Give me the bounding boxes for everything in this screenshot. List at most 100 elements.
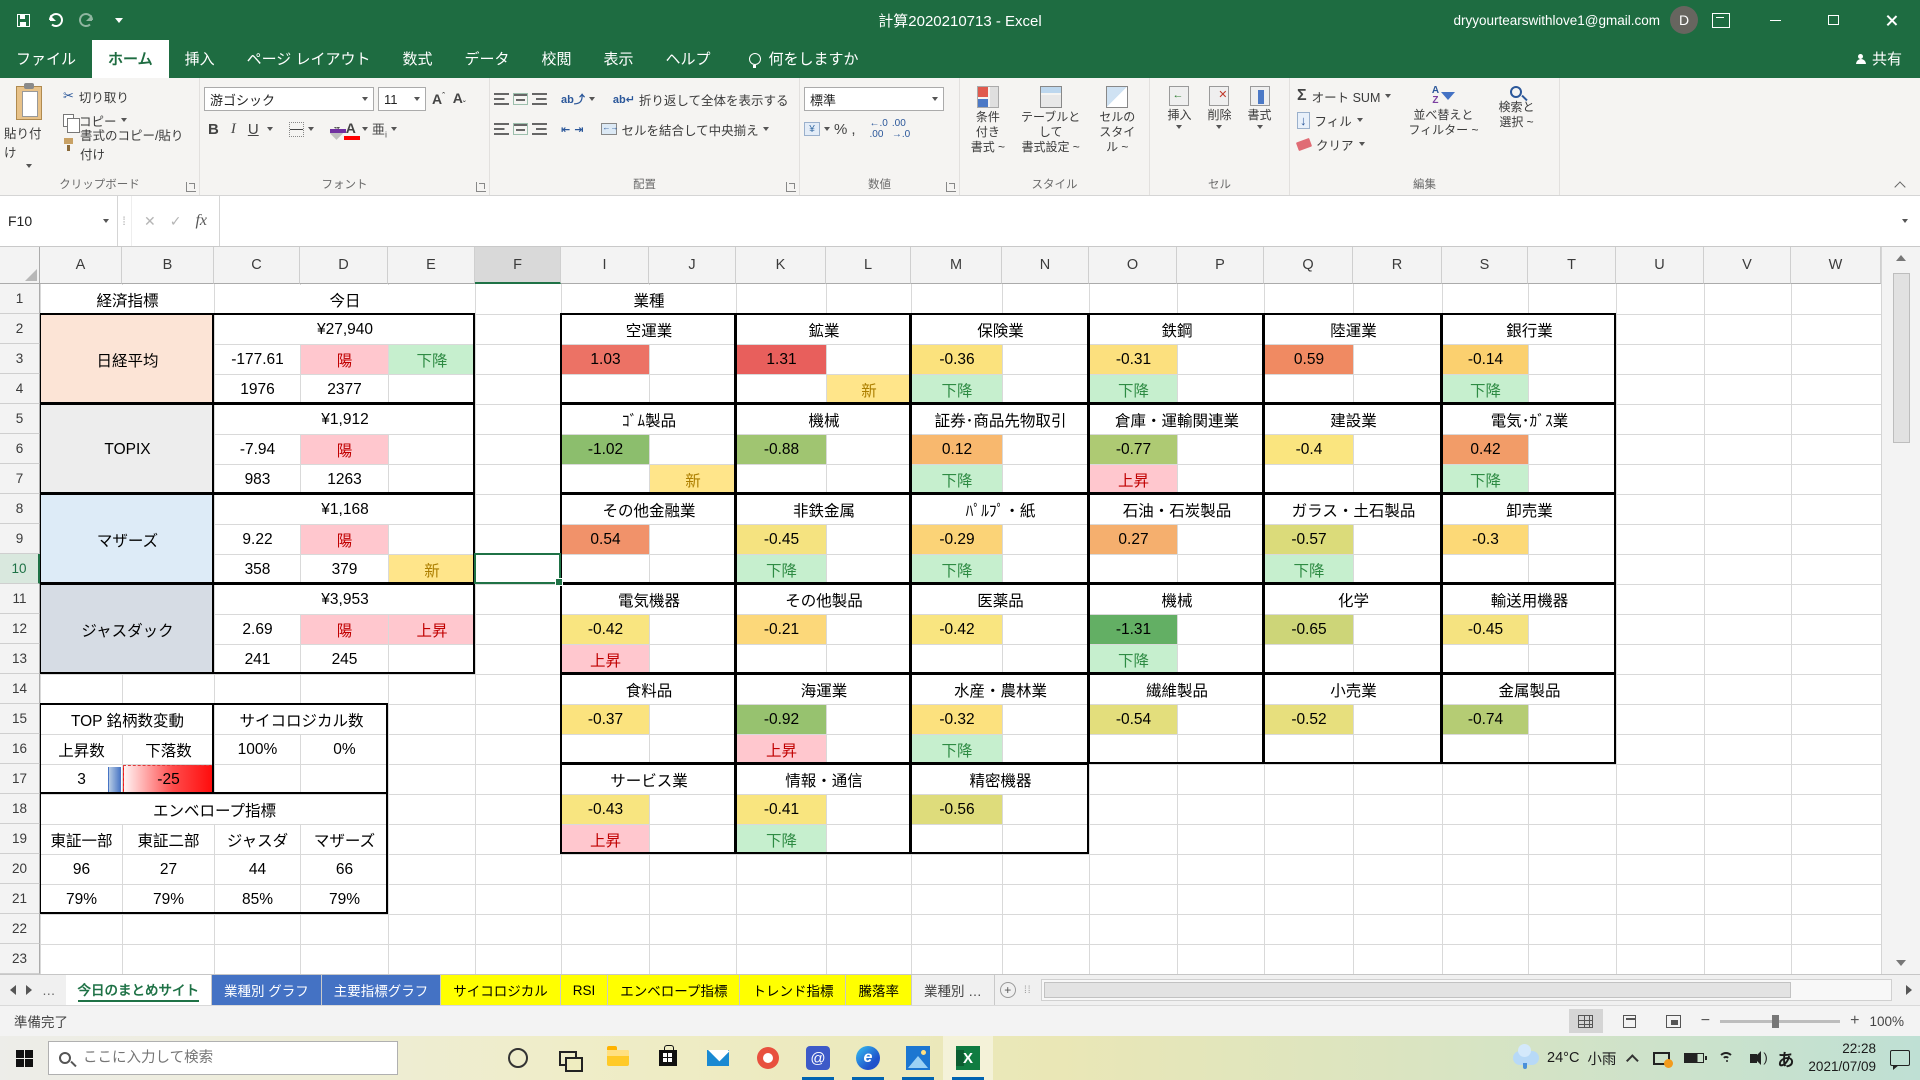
row-header-1[interactable]: 1 (0, 284, 40, 314)
cell-A11[interactable]: ジャスダック (41, 585, 214, 674)
cell-I18[interactable]: -0.43 (562, 795, 649, 824)
cell-D20[interactable]: 66 (301, 855, 388, 884)
row-header-5[interactable]: 5 (0, 404, 40, 434)
cell-D9[interactable]: 陽 (301, 525, 388, 554)
insert-cells-button[interactable]: 挿入 (1161, 84, 1197, 175)
col-header-O[interactable]: O (1089, 247, 1177, 284)
col-header-L[interactable]: L (826, 247, 911, 284)
col-header-D[interactable]: D (300, 247, 388, 284)
cell-D6[interactable]: 陽 (301, 435, 388, 464)
cell-C2[interactable]: ¥27,940 (215, 315, 475, 344)
zoom-slider-thumb[interactable] (1772, 1015, 1779, 1028)
cell-A17[interactable]: 3 (41, 765, 122, 794)
col-header-F[interactable]: F (475, 247, 561, 284)
sheet-tab-業種別 グラフ[interactable]: 業種別 グラフ (212, 975, 322, 1005)
tab-ellipsis[interactable]: … (42, 983, 56, 998)
cell-E10[interactable]: 新 (389, 555, 475, 584)
row-header-15[interactable]: 15 (0, 704, 40, 734)
enter-icon[interactable]: ✓ (170, 213, 182, 230)
cell-styles-button[interactable]: セルの スタイル ~ (1090, 84, 1145, 175)
row-header-18[interactable]: 18 (0, 794, 40, 824)
cell-C15[interactable]: サイコロジカル数 (215, 705, 388, 734)
cell-I14[interactable]: 食料品 (562, 675, 736, 704)
sheet-tab-業種別 …[interactable]: 業種別 … (912, 975, 995, 1005)
cell-K9[interactable]: -0.45 (737, 525, 826, 554)
cell-C16[interactable]: 100% (215, 735, 300, 764)
cell-C5[interactable]: ¥1,912 (215, 405, 475, 434)
cell-I15[interactable]: -0.37 (562, 705, 649, 734)
col-header-V[interactable]: V (1704, 247, 1791, 284)
scroll-up-icon[interactable] (1896, 255, 1906, 261)
taskbar-icon-photos[interactable] (893, 1036, 943, 1080)
cell-Q14[interactable]: 小売業 (1265, 675, 1442, 704)
cell-O9[interactable]: 0.27 (1090, 525, 1177, 554)
merge-center-button[interactable]: セルを結合して中央揃え (621, 120, 758, 139)
cell-B16[interactable]: 下落数 (123, 735, 214, 764)
accounting-format-icon[interactable]: ¥ (804, 122, 820, 136)
cell-S12[interactable]: -0.45 (1443, 615, 1528, 644)
cell-A21[interactable]: 79% (41, 885, 122, 914)
tell-me-search[interactable]: 何をしますか (749, 48, 859, 78)
cell-A18[interactable]: エンベロープ指標 (41, 795, 388, 824)
fill-button[interactable]: ↓フィル (1294, 108, 1394, 132)
cell-Q3[interactable]: 0.59 (1265, 345, 1353, 374)
cell-O7[interactable]: 上昇 (1090, 465, 1177, 494)
col-header-N[interactable]: N (1002, 247, 1089, 284)
page-layout-view-button[interactable] (1613, 1009, 1647, 1033)
cell-K11[interactable]: その他製品 (737, 585, 911, 614)
find-select-button[interactable]: 検索と 選択 ~ (1492, 84, 1540, 175)
cell-D19[interactable]: マザーズ (301, 825, 388, 854)
cell-A16[interactable]: 上昇数 (41, 735, 122, 764)
ruby-icon[interactable]: 亜ⅰ (372, 119, 387, 140)
col-header-E[interactable]: E (388, 247, 475, 284)
cell-C6[interactable]: -7.94 (215, 435, 300, 464)
cell-M9[interactable]: -0.29 (912, 525, 1002, 554)
cell-M4[interactable]: 下降 (912, 375, 1002, 404)
menu-tab-挿入[interactable]: 挿入 (169, 40, 231, 78)
sheet-tab-RSI[interactable]: RSI (561, 975, 609, 1005)
vertical-scrollbar[interactable] (1881, 247, 1920, 974)
cell-I9[interactable]: 0.54 (562, 525, 649, 554)
font-color-icon[interactable]: A (344, 120, 358, 138)
cell-A20[interactable]: 96 (41, 855, 122, 884)
row-header-14[interactable]: 14 (0, 674, 40, 704)
cell-M15[interactable]: -0.32 (912, 705, 1002, 734)
decrease-font-icon[interactable]: Aˇ (451, 90, 468, 109)
horizontal-scrollbar[interactable] (1041, 979, 1892, 1001)
align-middle-icon[interactable] (513, 93, 528, 105)
cell-M2[interactable]: 保険業 (912, 315, 1089, 344)
cell-Q6[interactable]: -0.4 (1265, 435, 1353, 464)
row-header-12[interactable]: 12 (0, 614, 40, 644)
taskbar-icon-task-view[interactable] (543, 1036, 593, 1080)
cell-S4[interactable]: 下降 (1443, 375, 1528, 404)
cell-C21[interactable]: 85% (215, 885, 300, 914)
menu-tab-データ[interactable]: データ (448, 40, 525, 78)
cell-K8[interactable]: 非鉄金属 (737, 495, 911, 524)
cell-Q5[interactable]: 建設業 (1265, 405, 1442, 434)
increase-font-icon[interactable]: Aˆ (430, 91, 447, 107)
cell-K17[interactable]: 情報・通信 (737, 765, 911, 794)
account-email[interactable]: dryyourtearswithlove1@gmail.com (1453, 13, 1660, 28)
sheet-tab-騰落率[interactable]: 騰落率 (846, 975, 912, 1005)
number-dialog-launcher[interactable] (946, 182, 956, 192)
menu-tab-ホーム[interactable]: ホーム (92, 40, 169, 78)
wrap-text-button[interactable]: 折り返して全体を表示する (639, 90, 789, 109)
zoom-out-button[interactable]: − (1701, 1012, 1710, 1030)
horizontal-scroll-thumb[interactable] (1044, 982, 1791, 998)
cell-O2[interactable]: 鉄鋼 (1090, 315, 1264, 344)
underline-button[interactable]: U (244, 121, 263, 138)
clear-button[interactable]: クリア (1294, 132, 1394, 156)
cell-I17[interactable]: サービス業 (562, 765, 736, 794)
tab-splitter[interactable]: ⁞⁞ (1021, 975, 1035, 1005)
cell-D16[interactable]: 0% (301, 735, 388, 764)
cell-S8[interactable]: 卸売業 (1443, 495, 1616, 524)
normal-view-button[interactable] (1569, 1009, 1603, 1033)
cell-K2[interactable]: 鉱業 (737, 315, 911, 344)
cell-I13[interactable]: 上昇 (562, 645, 649, 674)
col-header-P[interactable]: P (1177, 247, 1264, 284)
cell-D7[interactable]: 1263 (301, 465, 388, 494)
cell-E3[interactable]: 下降 (389, 345, 475, 374)
row-header-4[interactable]: 4 (0, 374, 40, 404)
cell-I12[interactable]: -0.42 (562, 615, 649, 644)
col-header-C[interactable]: C (214, 247, 300, 284)
